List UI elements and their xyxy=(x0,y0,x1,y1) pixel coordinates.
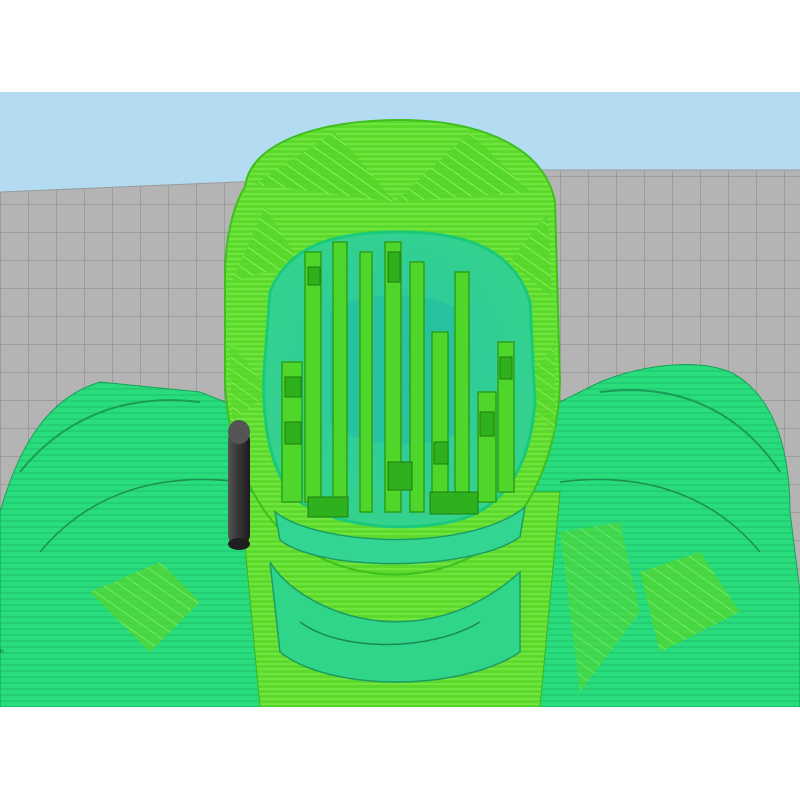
viewport-edge-label: n xyxy=(0,648,4,655)
3d-preview-viewport[interactable]: n xyxy=(0,92,800,707)
viewport-canvas[interactable] xyxy=(0,92,800,707)
nozzle[interactable] xyxy=(228,420,250,550)
bottom-whitespace xyxy=(0,707,800,800)
screenshot-frame: n xyxy=(0,0,800,800)
